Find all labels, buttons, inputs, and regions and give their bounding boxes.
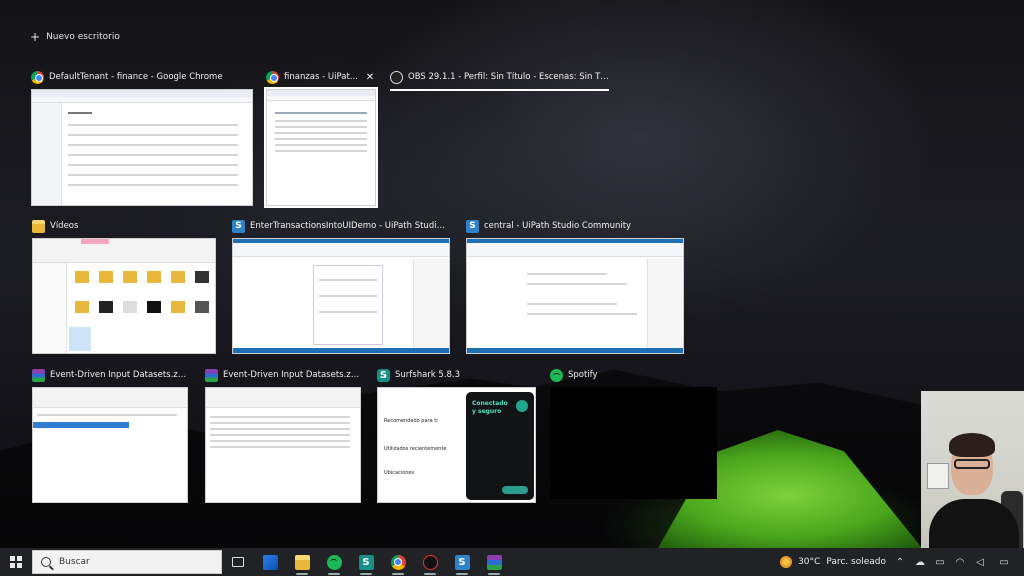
window-title: EnterTransactionsIntoUIDemo - UiPath Stu… bbox=[250, 221, 450, 231]
window-title: Event-Driven Input Datasets.zi... bbox=[50, 370, 188, 380]
task-view-window-uipath-central[interactable]: S central - UiPath Studio Community bbox=[466, 218, 684, 354]
spotify-icon bbox=[326, 554, 342, 570]
weather-widget[interactable]: 30°C Parc. soleado bbox=[780, 556, 886, 568]
surfshark-recommended: Recomendado para ti bbox=[384, 418, 438, 424]
surfshark-status-1: Conectado bbox=[472, 400, 508, 407]
window-title: finanzas - UiPat... bbox=[284, 72, 358, 82]
task-view-window-winrar-2[interactable]: Event-Driven Input Datasets.zi... bbox=[205, 367, 361, 503]
taskbar-surfshark[interactable]: S bbox=[350, 548, 382, 576]
taskbar: Buscar S S 30°C Parc. soleado ⌃ ☁ ▭ ◠ ◁ … bbox=[0, 548, 1024, 576]
surfshark-status-2: y seguro bbox=[472, 408, 502, 415]
taskbar-chrome[interactable] bbox=[382, 548, 414, 576]
taskbar-store[interactable] bbox=[254, 548, 286, 576]
window-title: Event-Driven Input Datasets.zi... bbox=[223, 370, 361, 380]
window-thumbnail bbox=[31, 89, 253, 206]
store-icon bbox=[262, 554, 278, 570]
volume-icon[interactable]: ◁ bbox=[974, 557, 986, 568]
window-thumbnail bbox=[232, 238, 450, 354]
window-thumbnail bbox=[205, 387, 361, 503]
obs-icon bbox=[422, 554, 438, 570]
window-thumbnail bbox=[390, 89, 609, 91]
new-desktop-label: Nuevo escritorio bbox=[46, 32, 120, 42]
cloud-icon[interactable]: ☁ bbox=[914, 557, 926, 568]
obs-icon bbox=[390, 70, 403, 84]
spotify-icon bbox=[550, 368, 563, 382]
winrar-icon bbox=[32, 368, 45, 382]
chrome-icon bbox=[390, 554, 406, 570]
task-view-window-videos-explorer[interactable]: Vídeos bbox=[32, 218, 216, 354]
close-icon[interactable]: ✕ bbox=[364, 72, 376, 83]
uipath-icon: S bbox=[454, 554, 470, 570]
start-button[interactable] bbox=[0, 548, 32, 576]
taskbar-spotify[interactable] bbox=[318, 548, 350, 576]
surfshark-locations: Ubicaciones bbox=[384, 470, 415, 476]
weather-description: Parc. soleado bbox=[826, 557, 886, 567]
taskbar-file-explorer[interactable] bbox=[286, 548, 318, 576]
task-view-window-uipath-enter-transactions[interactable]: S EnterTransactionsIntoUIDemo - UiPath S… bbox=[232, 218, 450, 354]
chrome-icon bbox=[31, 70, 44, 84]
window-thumbnail bbox=[264, 87, 378, 208]
window-title: central - UiPath Studio Community bbox=[484, 221, 632, 231]
weather-temp: 30°C bbox=[798, 557, 821, 567]
window-title: Vídeos bbox=[50, 221, 79, 231]
task-view-icon bbox=[232, 557, 244, 567]
winrar-icon bbox=[205, 368, 218, 382]
folder-icon bbox=[32, 219, 45, 233]
window-thumbnail bbox=[550, 387, 717, 499]
network-icon[interactable]: ▭ bbox=[934, 557, 946, 568]
search-placeholder: Buscar bbox=[59, 557, 90, 567]
keyboard-icon[interactable]: ▭ bbox=[994, 557, 1014, 568]
window-title: Surfshark 5.8.3 bbox=[395, 370, 461, 380]
chevron-up-icon[interactable]: ⌃ bbox=[894, 557, 906, 568]
taskbar-uipath[interactable]: S bbox=[446, 548, 478, 576]
wifi-icon[interactable]: ◠ bbox=[954, 557, 966, 568]
task-view-window-winrar-1[interactable]: Event-Driven Input Datasets.zi... bbox=[32, 367, 188, 503]
partly-sunny-icon bbox=[780, 556, 793, 568]
window-title: DefaultTenant - finance - Google Chrome bbox=[49, 72, 223, 82]
task-view-window-spotify[interactable]: Spotify bbox=[550, 367, 717, 499]
surfshark-icon: S bbox=[377, 368, 390, 382]
surfshark-recent: Utilizados recientemente bbox=[384, 446, 447, 452]
window-thumbnail bbox=[466, 238, 684, 354]
task-view-window-chrome-finance[interactable]: DefaultTenant - finance - Google Chrome bbox=[31, 69, 253, 206]
winrar-icon bbox=[486, 554, 502, 570]
window-title: Spotify bbox=[568, 370, 598, 380]
task-view-window-obs[interactable]: OBS 29.1.1 - Perfil: Sin Título - Escena… bbox=[390, 69, 609, 91]
uipath-icon: S bbox=[466, 219, 479, 233]
surfshark-icon: S bbox=[358, 554, 374, 570]
taskbar-winrar[interactable] bbox=[478, 548, 510, 576]
window-thumbnail: Recomendado para ti Utilizados recientem… bbox=[377, 387, 536, 503]
plus-icon: + bbox=[30, 30, 41, 44]
task-view-button[interactable] bbox=[222, 548, 254, 576]
new-desktop-button[interactable]: + Nuevo escritorio bbox=[30, 30, 120, 44]
taskbar-search-input[interactable]: Buscar bbox=[32, 550, 222, 574]
windows-logo-icon bbox=[10, 556, 22, 568]
uipath-icon: S bbox=[232, 219, 245, 233]
window-title: OBS 29.1.1 - Perfil: Sin Título - Escena… bbox=[408, 72, 609, 82]
window-thumbnail bbox=[32, 238, 216, 354]
task-view-window-chrome-finanzas[interactable]: finanzas - UiPat... ✕ bbox=[264, 69, 378, 208]
taskbar-obs[interactable] bbox=[414, 548, 446, 576]
window-thumbnail bbox=[32, 387, 188, 503]
search-icon bbox=[41, 557, 51, 567]
folder-icon bbox=[294, 554, 310, 570]
chrome-icon bbox=[266, 70, 279, 84]
task-view-window-surfshark[interactable]: S Surfshark 5.8.3 Recomendado para ti Ut… bbox=[377, 367, 536, 503]
